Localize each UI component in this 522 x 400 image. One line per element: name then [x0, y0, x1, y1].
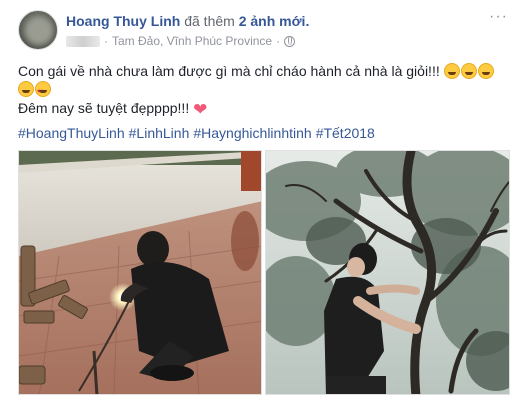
laugh-emoji [477, 63, 494, 79]
hashtag-link[interactable]: #Tết2018 [316, 125, 375, 141]
author-name-link[interactable]: Hoang Thuy Linh [66, 13, 180, 29]
post-header: Hoang Thuy Linh đã thêm 2 ảnh mới. [66, 12, 309, 30]
photo-welding[interactable] [18, 150, 262, 395]
hashtag-link[interactable]: #HoangThuyLinh [18, 125, 125, 141]
added-text: đã thêm [184, 13, 235, 29]
blurred-timestamp[interactable] [66, 35, 100, 47]
grin-emoji [443, 63, 460, 79]
tree-photo-illustration [266, 151, 509, 394]
hashtag-link[interactable]: #LinhLinh [129, 125, 190, 141]
post-text-1: Con gái về nhà chưa làm được gì mà chỉ c… [18, 63, 440, 79]
photo-tree[interactable] [265, 150, 510, 395]
heart-eyes-emoji [35, 81, 51, 102]
facebook-post: Hoang Thuy Linh đã thêm 2 ảnh mới. · Tam… [0, 0, 522, 400]
new-photos-link[interactable]: 2 ảnh mới. [239, 13, 310, 29]
more-options-icon[interactable]: ··· [489, 8, 508, 26]
post-text-line-1: Con gái về nhà chưa làm được gì mà chỉ c… [18, 62, 495, 81]
globe-icon[interactable] [284, 35, 296, 47]
post-text-3: Đêm nay sẽ tuyệt đẹpppp!!! [18, 100, 190, 116]
avatar[interactable] [18, 10, 58, 50]
meta-separator: · [104, 34, 108, 48]
post-text-line-2 [18, 80, 52, 102]
hashtags: #HoangThuyLinh #LinhLinh #Haynghichlinhtin… [18, 124, 379, 142]
wink-emoji [460, 63, 477, 79]
post-meta: · Tam Đảo, Vĩnh Phúc Province · [66, 33, 296, 49]
avatar-blur [25, 17, 53, 45]
hashtag-link[interactable]: #Haynghichlinhtinh [193, 125, 311, 141]
squint-emoji [18, 81, 34, 97]
meta-separator-2: · [276, 34, 281, 48]
location-link[interactable]: Tam Đảo, Vĩnh Phúc Province [112, 33, 272, 49]
post-text-line-3: Đêm nay sẽ tuyệt đẹpppp!!! ❤ [18, 99, 207, 119]
welding-photo-illustration [19, 151, 261, 394]
red-heart-icon: ❤ [193, 100, 208, 119]
